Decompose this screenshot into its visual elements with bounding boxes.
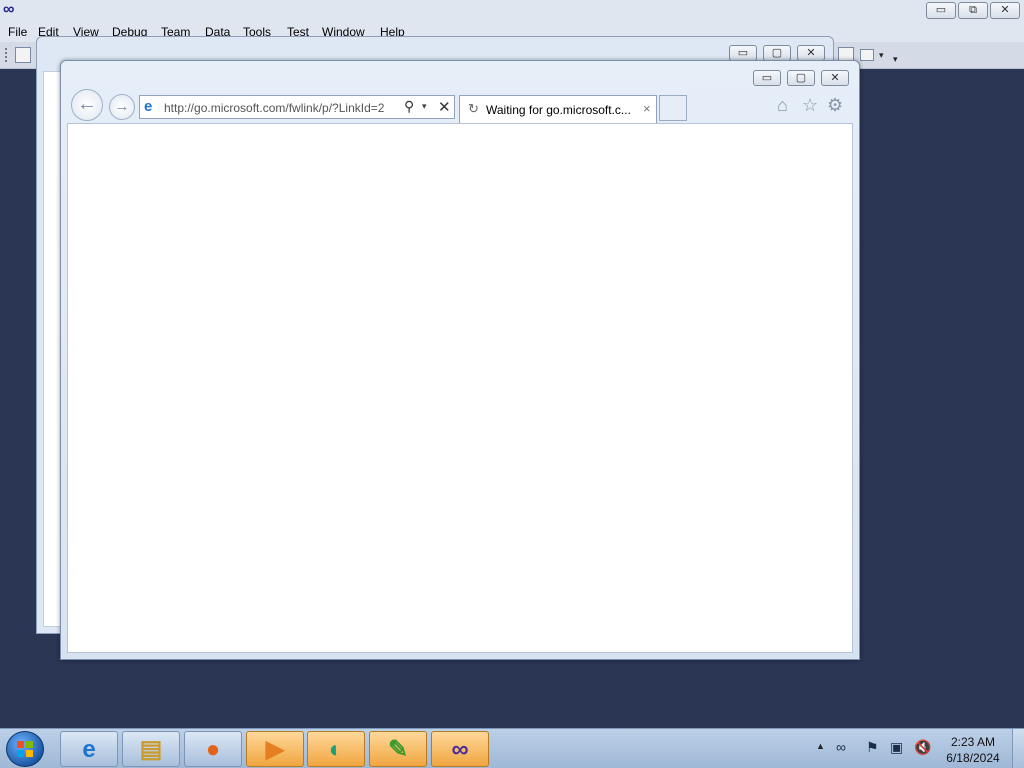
taskbar: e ▤ ● ▶ ◐ ✎ ∞ ▲ ∞ ⚑ ▣ 🔇 2:23 AM 6/18/2024 [0, 728, 1024, 768]
solution-explorer-icon[interactable] [15, 47, 31, 63]
visual-studio-tray-icon[interactable]: ∞ [836, 739, 846, 755]
stop-icon[interactable]: ✕ [438, 98, 451, 116]
firefox-icon: ● [205, 736, 221, 763]
chevron-down-icon[interactable]: ▾ [879, 50, 884, 61]
address-bar[interactable]: e http://go.microsoft.com/fwlink/p/?Link… [139, 95, 455, 119]
new-tab-button[interactable] [659, 95, 687, 121]
action-center-flag-icon[interactable]: ⚑ [866, 739, 879, 755]
toolbar-overflow-icon[interactable]: ▾ [893, 54, 898, 65]
taskbar-button[interactable]: ∞ [431, 731, 489, 767]
ie-close-button[interactable]: ✕ [821, 70, 849, 86]
taskbar-button[interactable]: ● [184, 731, 242, 767]
back-button[interactable]: ← [71, 89, 103, 121]
tab-active[interactable]: ↻ Waiting for go.microsoft.c... × [459, 95, 657, 123]
tab-title: Waiting for go.microsoft.c... [486, 103, 631, 117]
windows-logo-icon [17, 741, 34, 758]
start-button[interactable] [6, 731, 44, 767]
favorites-icon[interactable]: ☆ [802, 95, 818, 116]
vs-title-bar: ∞ ▭ ⧉ ✕ [0, 0, 1024, 22]
search-icon[interactable]: ⚲ [404, 98, 414, 115]
clock[interactable]: 2:23 AM 6/18/2024 [938, 734, 1008, 766]
ie-page-icon: e [144, 98, 153, 115]
ie-maximize-button[interactable]: ▢ [787, 70, 815, 86]
volume-muted-icon[interactable]: 🔇 [914, 739, 931, 755]
window-icon[interactable] [860, 49, 874, 61]
clock-date: 6/18/2024 [946, 751, 1000, 765]
toolbar-grip[interactable] [5, 48, 8, 62]
internet-explorer-icon: e [82, 736, 96, 763]
show-desktop-button[interactable] [1012, 729, 1024, 768]
vs-close-button[interactable]: ✕ [990, 2, 1020, 19]
ie-minimize-button[interactable]: ▭ [753, 70, 781, 86]
notepad-icon: ✎ [387, 736, 409, 763]
address-dropdown-icon[interactable]: ▾ [422, 101, 427, 112]
taskbar-button[interactable]: ◐ [307, 731, 365, 767]
tools-gear-icon[interactable]: ⚙ [827, 95, 843, 116]
file-explorer-icon: ▤ [139, 736, 163, 763]
ie-back-close-button[interactable]: ✕ [797, 45, 825, 61]
visual-studio-icon: ∞ [451, 736, 469, 763]
clock-time: 2:23 AM [950, 735, 996, 749]
forward-button[interactable]: → [109, 94, 135, 120]
vs-restore-button[interactable]: ⧉ [958, 2, 988, 19]
taskbar-button[interactable]: e [60, 731, 118, 767]
vs-minimize-button[interactable]: ▭ [926, 2, 956, 19]
loading-icon: ↻ [468, 101, 479, 116]
media-player-icon: ▶ [265, 736, 285, 763]
taskbar-button[interactable]: ▶ [246, 731, 304, 767]
remote-app-icon: ◐ [328, 736, 344, 763]
ie-back-minimize-button[interactable]: ▭ [729, 45, 757, 61]
network-icon[interactable]: ▣ [890, 739, 903, 755]
page-content-area[interactable] [67, 123, 853, 653]
address-url[interactable]: http://go.microsoft.com/fwlink/p/?LinkId… [164, 101, 404, 115]
taskbar-button[interactable]: ✎ [369, 731, 427, 767]
ie-back-maximize-button[interactable]: ▢ [763, 45, 791, 61]
home-icon[interactable]: ⌂ [777, 95, 788, 116]
taskbar-button[interactable]: ▤ [122, 731, 180, 767]
tab-close-icon[interactable]: × [643, 101, 651, 116]
visual-studio-logo-icon: ∞ [3, 1, 15, 18]
menu-file[interactable]: File [8, 25, 27, 39]
ie-window: ▭ ▢ ✕ ← → e http://go.microsoft.com/fwli… [60, 60, 860, 660]
show-hidden-icons-button[interactable]: ▲ [816, 741, 825, 751]
